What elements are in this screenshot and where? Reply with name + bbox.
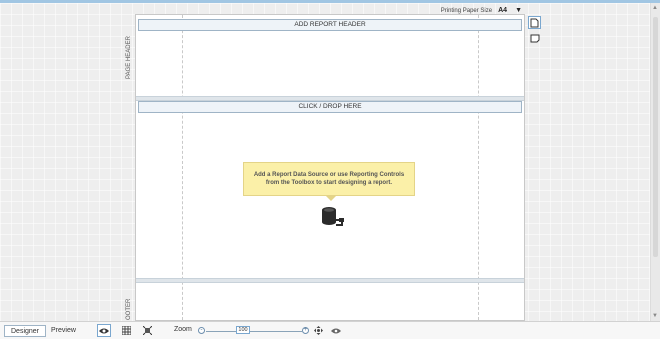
eye-icon[interactable] [97, 324, 111, 337]
tab-designer[interactable]: Designer [4, 325, 47, 337]
band-separator[interactable] [136, 278, 524, 283]
report-page-button[interactable] [528, 16, 541, 29]
tab-preview[interactable]: Preview [45, 325, 82, 337]
scroll-thumb[interactable] [653, 17, 658, 257]
hint-pointer [326, 196, 336, 201]
zoom-out-button[interactable]: - [198, 327, 205, 334]
grid-icon[interactable] [119, 324, 133, 337]
margin-guide-left [182, 15, 183, 320]
report-page-icon [530, 18, 539, 27]
report-section-button[interactable] [528, 32, 541, 45]
report-section-icon [530, 34, 539, 43]
scroll-down-icon[interactable]: ▼ [652, 313, 658, 319]
side-toolbar [528, 16, 541, 48]
page-header-label: PAGE HEADER [126, 36, 132, 79]
chevron-down-icon[interactable]: ▼ [515, 7, 522, 14]
database-link-icon [322, 207, 344, 226]
page-footer-label: OOTER [126, 298, 132, 320]
zoom-in-button[interactable]: + [302, 327, 309, 334]
click-drop-bar[interactable]: CLICK / DROP HERE [138, 101, 522, 113]
add-report-header-bar[interactable]: ADD REPORT HEADER [138, 19, 522, 31]
paper-size-value[interactable]: A4 [498, 7, 507, 14]
status-bar: Designer Preview Zoom - + 100 [0, 321, 660, 339]
zoom-label: Zoom [174, 326, 192, 333]
zoom-slider[interactable] [206, 331, 302, 332]
zoom-eye-icon[interactable] [329, 324, 343, 337]
zoom-value[interactable]: 100 [236, 326, 250, 334]
pan-icon[interactable] [311, 324, 325, 337]
margin-guide-right [478, 15, 479, 320]
paper-size-selector[interactable]: Printing Paper Size A4 ▼ [441, 7, 522, 14]
scroll-up-icon[interactable]: ▲ [652, 5, 658, 11]
empty-report-hint: Add a Report Data Source or use Reportin… [243, 162, 415, 196]
snap-icon[interactable] [140, 324, 154, 337]
vertical-scrollbar[interactable]: ▲ ▼ [650, 3, 660, 321]
